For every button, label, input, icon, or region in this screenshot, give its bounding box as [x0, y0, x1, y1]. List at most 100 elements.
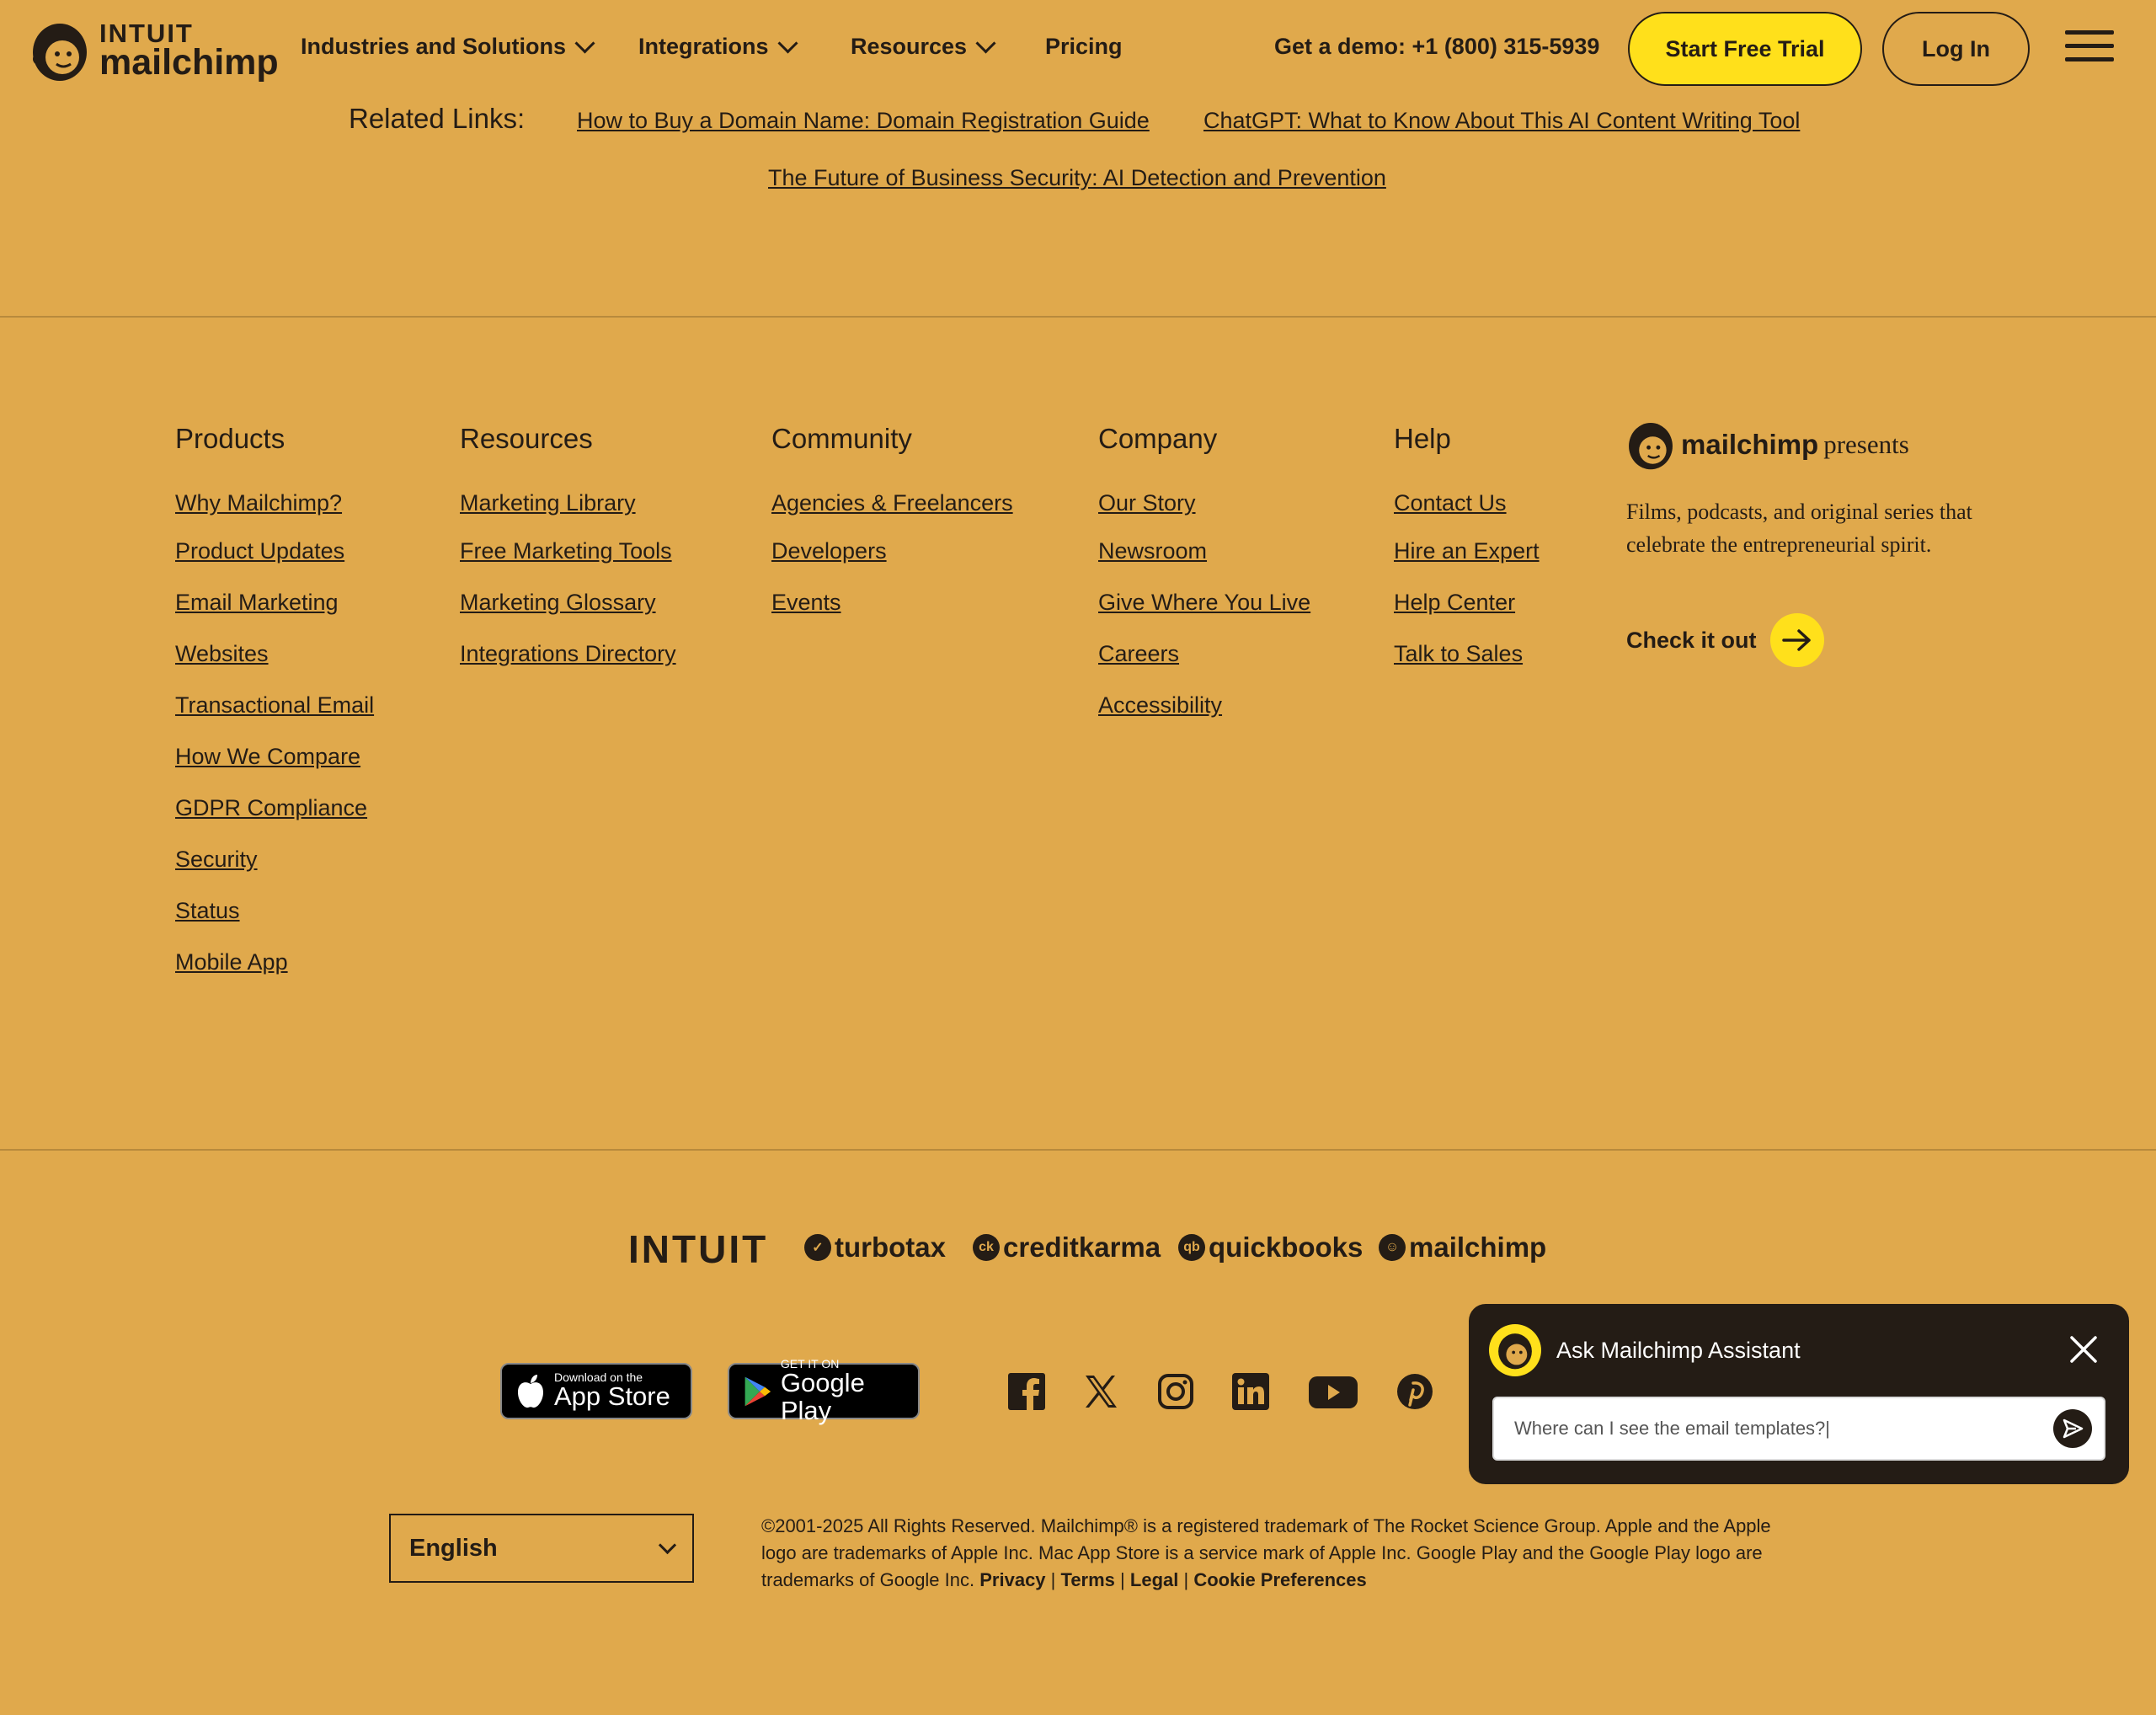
turbotax-brand-logo[interactable]: ✓ turbotax: [804, 1231, 946, 1264]
cookie-preferences-link[interactable]: Cookie Preferences: [1193, 1569, 1366, 1590]
hamburger-menu-icon[interactable]: [2065, 30, 2114, 64]
check-it-out-label: Check it out: [1626, 627, 1757, 653]
assistant-avatar-icon: [1489, 1324, 1541, 1376]
column-heading: Community: [771, 423, 912, 454]
footer-link[interactable]: Our Story: [1098, 490, 1310, 516]
footer-link[interactable]: Websites: [175, 641, 374, 667]
quickbooks-brand-logo[interactable]: qb quickbooks: [1178, 1231, 1363, 1264]
footer-link[interactable]: Why Mailchimp?: [175, 490, 374, 516]
assistant-chat-widget: Ask Mailchimp Assistant Where can I see …: [1469, 1304, 2129, 1484]
privacy-link[interactable]: Privacy: [979, 1569, 1045, 1590]
footer-link[interactable]: Careers: [1098, 641, 1310, 667]
chevron-down-icon: [658, 1536, 677, 1554]
google-play-badge[interactable]: GET IT ON Google Play: [728, 1358, 920, 1424]
arrow-right-icon: [1769, 613, 1824, 667]
close-icon[interactable]: [2068, 1334, 2099, 1365]
footer-column-community: Community Agencies & Freelancers Develop…: [771, 423, 1013, 616]
chevron-down-icon: [776, 33, 798, 54]
footer-link[interactable]: Accessibility: [1098, 692, 1310, 719]
footer-link[interactable]: Free Marketing Tools: [460, 538, 676, 564]
creditkarma-brand-logo[interactable]: ck creditkarma: [973, 1231, 1161, 1264]
footer-link[interactable]: Product Updates: [175, 538, 374, 564]
youtube-icon[interactable]: [1308, 1373, 1358, 1410]
related-link-security[interactable]: The Future of Business Security: AI Dete…: [768, 165, 1386, 191]
presents-brand: mailchimp: [1681, 429, 1819, 460]
creditkarma-mark-icon: ck: [973, 1234, 1000, 1261]
facebook-icon[interactable]: [1008, 1373, 1045, 1410]
footer-link[interactable]: Marketing Library: [460, 490, 676, 516]
nav-resources[interactable]: Resources: [851, 33, 996, 60]
footer-link[interactable]: Email Marketing: [175, 590, 374, 616]
footer-link[interactable]: Mobile App: [175, 949, 374, 975]
language-selected: English: [409, 1534, 498, 1562]
app-store-big-text: App Store: [554, 1381, 670, 1412]
nav-industries[interactable]: Industries and Solutions: [301, 33, 595, 60]
legal-link[interactable]: Legal: [1130, 1569, 1178, 1590]
language-select[interactable]: English: [389, 1514, 694, 1583]
mailchimp-logo[interactable]: INTUIT mailchimp: [29, 17, 279, 84]
nav-resources-label: Resources: [851, 34, 968, 59]
footer-link[interactable]: Help Center: [1394, 590, 1540, 616]
related-link-chatgpt[interactable]: ChatGPT: What to Know About This AI Cont…: [1203, 108, 1800, 134]
footer-link[interactable]: Give Where You Live: [1098, 590, 1310, 616]
separator: |: [1050, 1569, 1056, 1590]
footer-link[interactable]: Talk to Sales: [1394, 641, 1540, 667]
footer-link[interactable]: How We Compare: [175, 744, 374, 770]
divider: [0, 1149, 2156, 1151]
presents-word: presents: [1823, 430, 1909, 459]
related-link-domain[interactable]: How to Buy a Domain Name: Domain Registr…: [577, 108, 1150, 134]
footer-column-resources: Resources Marketing Library Free Marketi…: [460, 423, 676, 667]
send-icon[interactable]: [2053, 1409, 2092, 1448]
x-icon[interactable]: [1082, 1373, 1119, 1410]
google-play-icon: [744, 1376, 771, 1406]
check-it-out-link[interactable]: Check it out: [1626, 613, 1824, 667]
mailchimp-presents-logo: mailchimp presents: [1625, 417, 1909, 473]
creditkarma-label: creditkarma: [1003, 1231, 1161, 1263]
separator: |: [1120, 1569, 1125, 1590]
footer-link[interactable]: Transactional Email: [175, 692, 374, 719]
column-heading: Help: [1394, 423, 1451, 454]
footer-link[interactable]: Security: [175, 847, 374, 873]
log-in-button[interactable]: Log In: [1882, 12, 2030, 86]
footer-column-company: Company Our Story Newsroom Give Where Yo…: [1098, 423, 1310, 719]
footer-link[interactable]: Developers: [771, 538, 1013, 564]
column-heading: Resources: [460, 423, 593, 454]
column-heading: Company: [1098, 423, 1218, 454]
chat-input[interactable]: Where can I see the email templates?|: [1492, 1397, 2105, 1461]
footer-column-products: Products Why Mailchimp? Product Updates …: [175, 423, 374, 975]
nav-integrations-label: Integrations: [638, 34, 769, 59]
footer-link[interactable]: Status: [175, 898, 374, 924]
apple-icon: [518, 1374, 543, 1408]
nav-pricing[interactable]: Pricing: [1045, 34, 1123, 60]
divider: [0, 316, 2156, 318]
chevron-down-icon: [975, 33, 996, 54]
footer-link[interactable]: Agencies & Freelancers: [771, 490, 1013, 516]
quickbooks-label: quickbooks: [1209, 1231, 1364, 1263]
presents-description: Films, podcasts, and original series tha…: [1626, 500, 1972, 557]
nav-integrations[interactable]: Integrations: [638, 33, 798, 60]
footer-link[interactable]: Newsroom: [1098, 538, 1310, 564]
footer-link[interactable]: GDPR Compliance: [175, 795, 374, 821]
instagram-icon[interactable]: [1157, 1373, 1194, 1410]
footer-link[interactable]: Integrations Directory: [460, 641, 676, 667]
freddie-icon: [33, 24, 87, 81]
legal-notice: ©2001-2025 All Rights Reserved. Mailchim…: [761, 1513, 1772, 1594]
terms-link[interactable]: Terms: [1061, 1569, 1115, 1590]
freddie-icon: [1629, 423, 1673, 470]
start-free-trial-button[interactable]: Start Free Trial: [1628, 12, 1862, 86]
footer-link[interactable]: Events: [771, 590, 1013, 616]
nav-industries-label: Industries and Solutions: [301, 34, 567, 59]
turbotax-label: turbotax: [835, 1231, 946, 1263]
footer-link[interactable]: Contact Us: [1394, 490, 1540, 516]
footer-link[interactable]: Hire an Expert: [1394, 538, 1540, 564]
intuit-brand-logo[interactable]: INTUIT: [628, 1226, 768, 1272]
demo-phone-link[interactable]: Get a demo: +1 (800) 315-5939: [1274, 34, 1599, 60]
footer-link[interactable]: Marketing Glossary: [460, 590, 676, 616]
app-store-badge[interactable]: Download on the App Store: [500, 1363, 692, 1419]
pinterest-icon[interactable]: [1396, 1373, 1433, 1410]
mailchimp-brand-label: mailchimp: [1409, 1231, 1547, 1263]
column-heading: Products: [175, 423, 286, 454]
mailchimp-brand-logo[interactable]: ☺ mailchimp: [1379, 1231, 1546, 1264]
linkedin-icon[interactable]: [1232, 1373, 1269, 1410]
chevron-down-icon: [574, 33, 595, 54]
